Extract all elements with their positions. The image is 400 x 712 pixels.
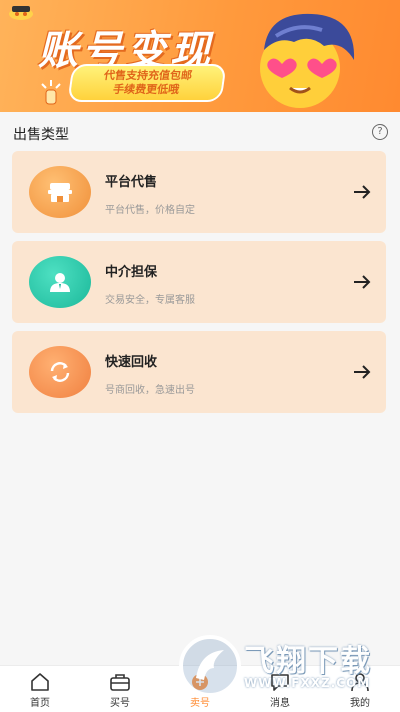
- arrow-right-icon: [354, 185, 371, 199]
- arrow-right-icon: [354, 365, 371, 379]
- banner-slogan-line2: 手续费更低哦: [112, 83, 180, 96]
- mascot-icon: [9, 6, 33, 20]
- tab-profile[interactable]: 我的: [330, 666, 390, 712]
- home-icon: [31, 673, 49, 691]
- tab-label: 卖号: [190, 698, 210, 709]
- card-desc: 平台代售，价格自定: [105, 205, 195, 216]
- tab-home[interactable]: 首页: [10, 666, 70, 712]
- card-name: 中介担保: [105, 265, 158, 280]
- bag-icon: [110, 674, 130, 691]
- question-icon[interactable]: ?: [372, 124, 388, 140]
- card-desc: 交易安全，专属客服: [105, 295, 195, 306]
- mascot-face-icon: [260, 13, 355, 108]
- recycle-icon: [29, 346, 91, 398]
- card-desc: 号商回收，急速出号: [105, 385, 195, 396]
- tab-sell[interactable]: 卖号: [170, 666, 230, 712]
- agent-icon: [29, 256, 91, 308]
- banner-slogan-line1: 代售支持充值包邮: [103, 69, 193, 82]
- card-name: 快速回收: [105, 355, 158, 370]
- tab-label: 我的: [350, 698, 370, 709]
- card-name: 平台代售: [105, 175, 158, 190]
- message-icon: [271, 674, 289, 691]
- tab-label: 买号: [110, 698, 130, 709]
- tab-messages[interactable]: 消息: [250, 666, 310, 712]
- tab-label: 首页: [30, 698, 50, 709]
- card-platform-sale[interactable]: 平台代售 平台代售，价格自定: [12, 151, 386, 233]
- sell-icon: [192, 674, 208, 690]
- banner-slogan: 代售支持充值包邮 手续费更低哦: [67, 64, 227, 102]
- section-title: 出售类型: [13, 127, 69, 143]
- store-icon: [29, 166, 91, 218]
- profile-icon: [351, 673, 369, 692]
- promo-banner[interactable]: 账号变现 代售支持充值包邮 手续费更低哦: [0, 0, 400, 112]
- hand-icon: [41, 80, 61, 105]
- card-quick-recycle[interactable]: 快速回收 号商回收，急速出号: [12, 331, 386, 413]
- tab-buy[interactable]: 买号: [90, 666, 150, 712]
- bottom-tab-bar: 首页 买号 卖号 消息 我的: [0, 665, 400, 712]
- card-escrow[interactable]: 中介担保 交易安全，专属客服: [12, 241, 386, 323]
- tab-label: 消息: [270, 698, 290, 709]
- arrow-right-icon: [354, 275, 371, 289]
